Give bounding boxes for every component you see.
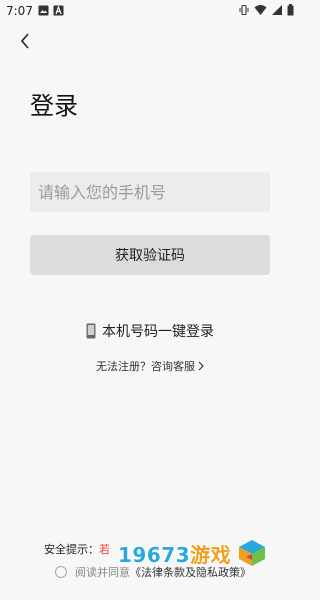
status-time: 7:07 xyxy=(6,4,33,18)
oneclick-login-button[interactable]: 本机号码一键登录 xyxy=(0,320,300,342)
phone-input[interactable] xyxy=(30,172,270,212)
security-warning: 若 xyxy=(99,543,110,556)
wifi-icon xyxy=(254,5,267,15)
status-right-icons xyxy=(238,4,294,16)
policy-link[interactable]: 《法律条款及隐私政策》 xyxy=(130,566,251,579)
phone-icon xyxy=(86,323,96,339)
status-left-icons xyxy=(38,5,64,16)
vibrate-icon xyxy=(239,4,249,16)
agree-checkbox[interactable] xyxy=(55,566,67,578)
chevron-left-icon xyxy=(20,33,29,49)
status-bar: 7:07 xyxy=(0,0,300,22)
security-prefix: 安全提示： xyxy=(44,543,99,556)
customer-service-link[interactable]: 无法注册？咨询客服 xyxy=(0,358,300,374)
get-code-button[interactable]: 获取验证码 xyxy=(30,235,270,275)
image-icon xyxy=(38,5,49,16)
agreement-row: 阅读并同意《法律条款及隐私政策》 xyxy=(55,564,251,580)
security-notice: 安全提示：若 xyxy=(44,541,110,557)
oneclick-label: 本机号码一键登录 xyxy=(102,324,214,340)
signal-icon xyxy=(272,5,282,15)
back-button[interactable] xyxy=(14,30,36,52)
help-label: 无法注册？咨询客服 xyxy=(96,360,195,373)
text-a-icon xyxy=(53,5,64,16)
chevron-right-icon xyxy=(198,361,204,371)
battery-icon xyxy=(287,4,294,16)
agree-prefix: 阅读并同意 xyxy=(75,566,130,579)
watermark-game: 游戏 xyxy=(190,542,232,567)
watermark-number: 19673 xyxy=(118,542,191,567)
page-title: 登录 xyxy=(30,92,78,120)
